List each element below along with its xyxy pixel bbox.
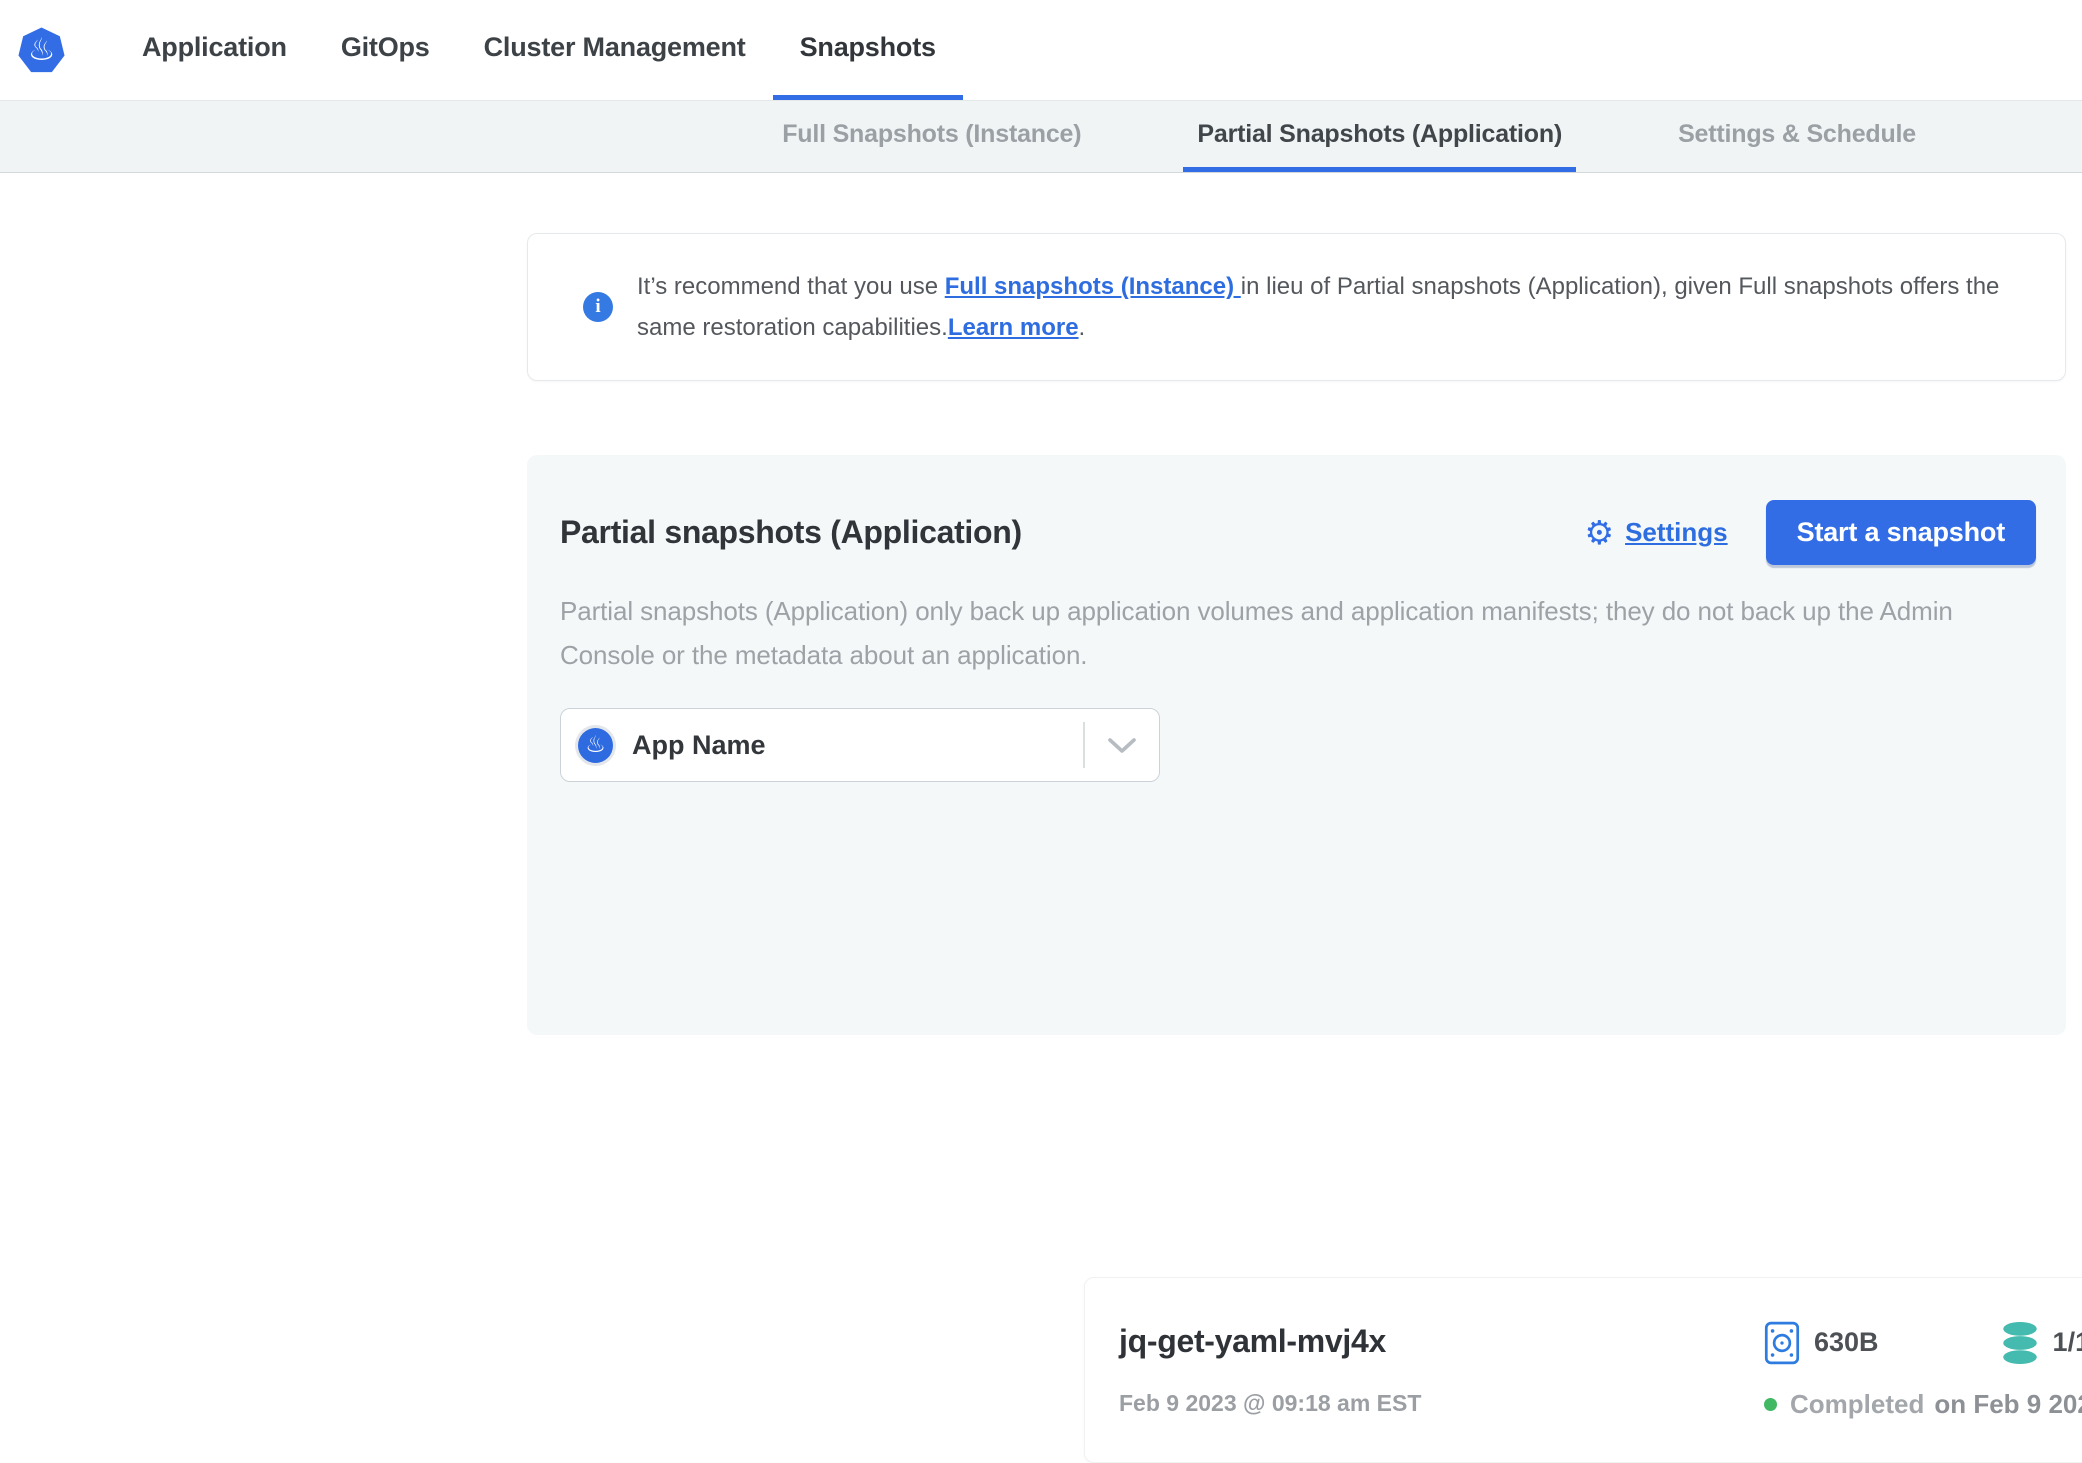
snapshot-info: jq-get-yaml-mvj4x Feb 9 2023 @ 09:18 am … — [1119, 1323, 1764, 1417]
page-title: Partial snapshots (Application) — [560, 514, 1584, 551]
snapshot-settings-link[interactable]: ⚙ Settings — [1584, 516, 1727, 549]
snapshots-tab-bar: Full Snapshots (Instance) Partial Snapsh… — [0, 100, 2082, 173]
nav-item-label: Snapshots — [800, 32, 936, 63]
snapshot-size: 630B — [1814, 1327, 1879, 1358]
nav-item-application[interactable]: Application — [115, 0, 314, 100]
kubernetes-wheel-icon: ♨ — [28, 35, 56, 66]
status-dot-icon — [1764, 1398, 1777, 1411]
banner-text-part: . — [1079, 314, 1086, 341]
kubernetes-wheel-icon: ♨ — [585, 734, 606, 757]
panel-header: Partial snapshots (Application) ⚙ Settin… — [560, 500, 2036, 565]
nav-item-label: Cluster Management — [484, 32, 746, 63]
chevron-down-icon[interactable] — [1085, 737, 1159, 754]
tab-full-snapshots[interactable]: Full Snapshots (Instance) — [768, 101, 1095, 172]
full-snapshots-link[interactable]: Full snapshots (Instance) — [945, 273, 1241, 300]
partial-snapshots-panel: Partial snapshots (Application) ⚙ Settin… — [527, 455, 2066, 1035]
status-row: Completed on Feb 9 2023 @ 09:18 am EST — [1764, 1389, 2082, 1420]
nav-item-gitops[interactable]: GitOps — [314, 0, 457, 100]
top-nav: ♨ Application GitOps Cluster Management … — [0, 0, 2082, 100]
info-banner-text: It’s recommend that you use Full snapsho… — [637, 266, 2017, 348]
info-icon: i — [583, 292, 613, 322]
banner-text-part: It’s recommend that you use — [637, 273, 945, 300]
panel-description: Partial snapshots (Application) only bac… — [560, 589, 2030, 677]
snapshot-started-date: Feb 9 2023 @ 09:18 am EST — [1119, 1390, 1764, 1417]
nav-item-snapshots[interactable]: Snapshots — [773, 0, 963, 100]
start-snapshot-button[interactable]: Start a snapshot — [1766, 500, 2036, 565]
snapshot-volumes-metric: 1/1 — [2001, 1321, 2082, 1365]
gear-icon: ⚙ — [1584, 516, 1614, 549]
tab-label: Full Snapshots (Instance) — [782, 120, 1081, 149]
snapshot-volumes: 1/1 — [2053, 1327, 2082, 1358]
tab-label: Partial Snapshots (Application) — [1197, 120, 1562, 149]
logo-container: ♨ — [18, 0, 65, 100]
nav-item-label: Application — [142, 32, 287, 63]
snapshot-status: Completed — [1790, 1389, 1924, 1420]
disk-icon — [1764, 1321, 1800, 1365]
snapshot-name[interactable]: jq-get-yaml-mvj4x — [1119, 1323, 1764, 1360]
settings-label: Settings — [1625, 517, 1728, 548]
snapshot-size-metric: 630B — [1764, 1321, 1879, 1365]
info-banner: i It’s recommend that you use Full snaps… — [527, 233, 2066, 381]
snapshot-metrics: 630B 1/1 Completed on Feb 9 202 — [1764, 1321, 2082, 1420]
snapshot-row: jq-get-yaml-mvj4x Feb 9 2023 @ 09:18 am … — [1084, 1277, 2082, 1463]
metrics-row: 630B 1/1 — [1764, 1321, 2082, 1365]
nav-item-cluster-management[interactable]: Cluster Management — [457, 0, 773, 100]
tab-label: Settings & Schedule — [1678, 120, 1916, 149]
learn-more-link[interactable]: Learn more — [948, 314, 1079, 341]
kubernetes-icon: ♨ — [578, 728, 613, 763]
snapshot-finished-date: on Feb 9 2023 @ 09:18 am EST — [1934, 1389, 2082, 1420]
tab-settings-schedule[interactable]: Settings & Schedule — [1664, 101, 1930, 172]
app-name-select-value: App Name — [632, 730, 766, 761]
volumes-icon — [2001, 1321, 2039, 1365]
app-name-select[interactable]: ♨ App Name — [560, 708, 1160, 782]
nav-item-label: GitOps — [341, 32, 430, 63]
kubernetes-logo[interactable]: ♨ — [18, 27, 65, 73]
tab-partial-snapshots[interactable]: Partial Snapshots (Application) — [1183, 101, 1576, 172]
